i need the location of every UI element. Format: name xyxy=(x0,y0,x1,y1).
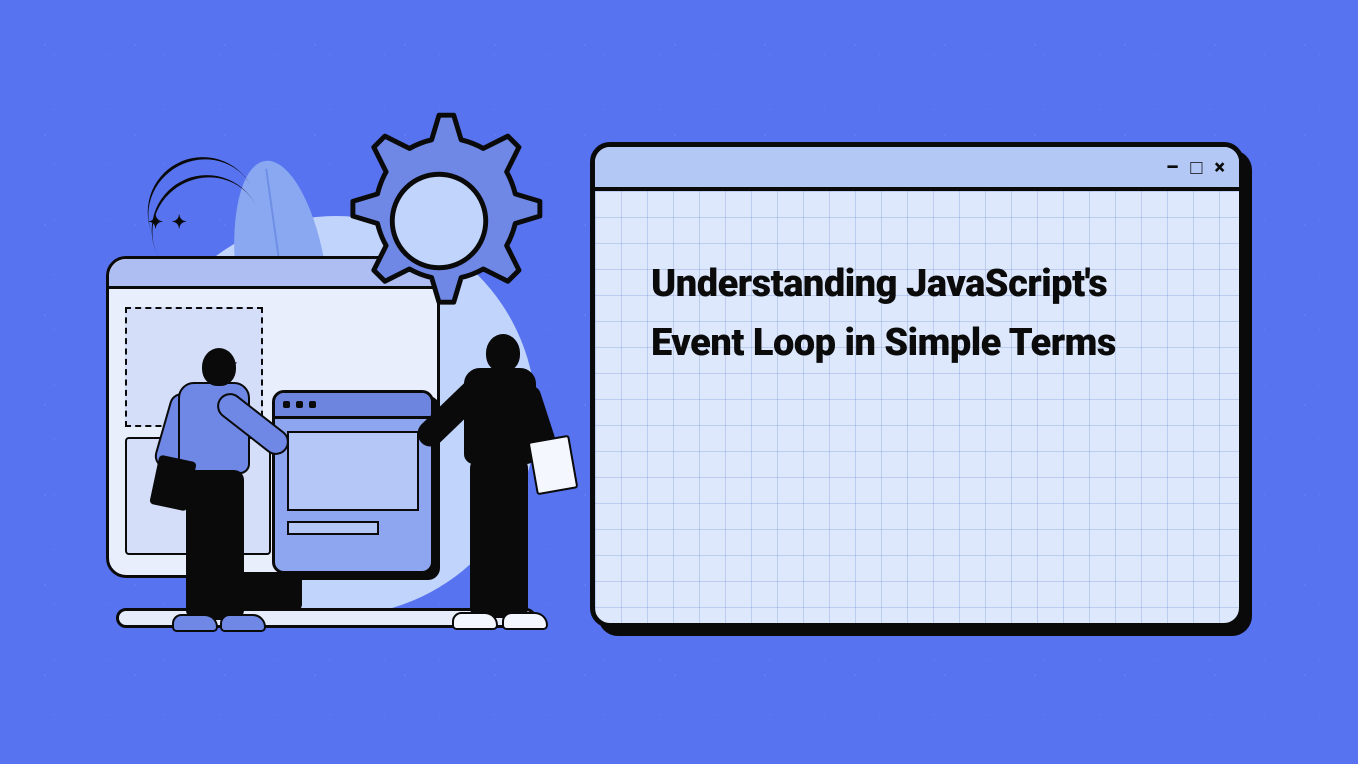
sparkle-icon: ✦ ✦ xyxy=(148,212,189,233)
article-title: Understanding JavaScript's Event Loop in… xyxy=(651,255,1159,373)
close-icon: × xyxy=(1214,157,1225,177)
paper-icon xyxy=(528,435,579,495)
minimize-icon: – xyxy=(1166,157,1178,177)
window-titlebar: – □ × xyxy=(595,147,1239,191)
hero-illustration: ✦ ✦ ✦ xyxy=(96,86,566,676)
developer-pointing-icon xyxy=(148,348,288,648)
title-window-card: – □ × Understanding JavaScript's Event L… xyxy=(590,142,1244,628)
app-window-icon xyxy=(272,390,434,574)
developer-with-paper-icon xyxy=(424,334,574,654)
maximize-icon: □ xyxy=(1190,157,1202,177)
gear-icon xyxy=(316,98,562,344)
